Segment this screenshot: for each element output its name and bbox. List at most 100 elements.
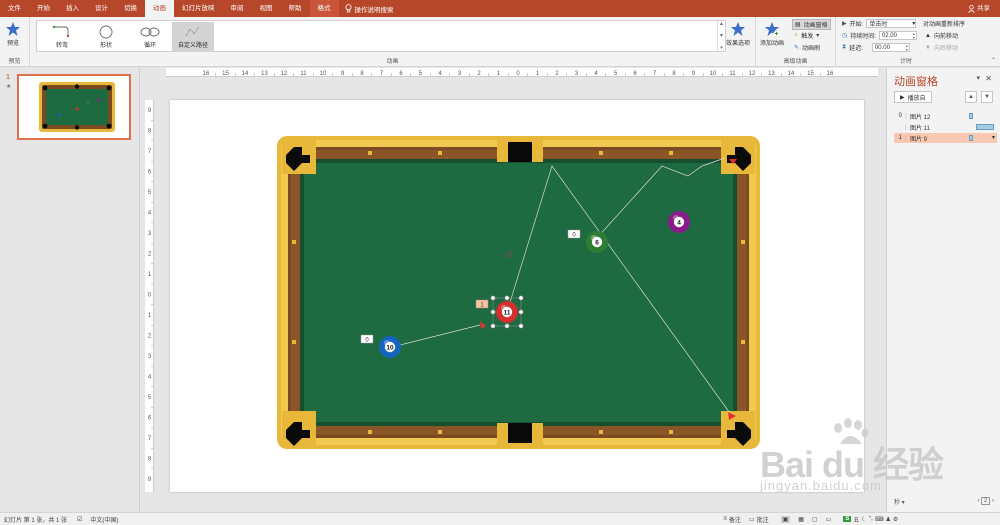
reading-view-icon[interactable]: ▢	[812, 516, 818, 523]
shape-path-icon	[99, 25, 113, 39]
start-select[interactable]: 单击时 ▾	[866, 19, 917, 28]
wubi-icon[interactable]: 五	[853, 515, 859, 524]
ruler-tick-label: 1	[148, 313, 152, 319]
brush-icon: ✎	[794, 45, 800, 51]
punctuation-icon[interactable]: °,	[869, 516, 873, 522]
ruler-tick-label: 7	[380, 71, 384, 77]
gallery-scroll[interactable]: ▲ ▼ ▾	[717, 21, 725, 51]
moon-icon[interactable]: ☾	[861, 516, 866, 523]
billiard-ball-4: 4	[668, 211, 690, 233]
normal-view-icon[interactable]: ▣	[780, 515, 791, 523]
more-icon[interactable]: ▾	[720, 45, 723, 51]
notes-button[interactable]: ≡ 备注	[723, 515, 741, 524]
delay-stepper[interactable]: 00.00 ▴ ▾	[871, 43, 910, 52]
tab-view[interactable]: 视图	[252, 0, 281, 17]
timeline-bar[interactable]	[976, 124, 994, 130]
animation-tag[interactable]: 1	[475, 299, 489, 309]
duration-stepper[interactable]: 02.00 ▴ ▾	[878, 31, 917, 40]
preview-star-icon	[6, 22, 20, 36]
trigger-button[interactable]: ⚡ 触发 ▾	[794, 31, 819, 40]
close-icon[interactable]: ✕	[985, 74, 992, 83]
keyboard-icon[interactable]: ⌨	[875, 516, 884, 523]
timeline-bar[interactable]	[969, 135, 973, 141]
animation-list-item[interactable]: ⋮ 图片 11	[894, 122, 997, 132]
animation-tag[interactable]: 0	[567, 229, 581, 239]
ruler-tick-label: 5	[148, 395, 152, 401]
ruler-tick-label: 9	[692, 71, 696, 77]
tab-file[interactable]: 文件	[0, 0, 29, 17]
share-label: 共享	[977, 5, 990, 12]
move-down-button[interactable]: ▼	[981, 91, 993, 103]
move-earlier-button[interactable]: ▲ 向前移动	[925, 31, 958, 41]
chevron-down-icon[interactable]: ▼	[719, 33, 724, 39]
slide-sorter-icon[interactable]: ▦	[798, 516, 804, 523]
timeline-bar[interactable]	[969, 113, 973, 119]
skin-icon[interactable]: ♟	[885, 516, 890, 523]
animation-list-item[interactable]: 0 ⋮ 图片 12	[894, 111, 997, 121]
effect-options-button[interactable]: 效果选项	[726, 20, 750, 47]
animation-gallery: 转弯 形状 循环 自定义路径 ▲ ▼ ▾	[36, 20, 726, 52]
chevron-down-icon[interactable]: ▾	[976, 74, 980, 82]
hourglass-icon: ⧗	[842, 44, 847, 50]
tell-me-search[interactable]: 操作说明搜索	[345, 4, 394, 14]
ruler-tick-label: 6	[148, 416, 152, 422]
gallery-item-shape[interactable]: 形状	[85, 22, 127, 51]
thumbnail-number: 1	[6, 74, 10, 81]
toolbox-icon[interactable]: ⚙	[893, 516, 898, 523]
ruler-tick-label: 7	[148, 149, 152, 155]
ruler-tick-label: 6	[399, 71, 403, 77]
ruler-tick-label: 4	[148, 211, 152, 217]
tab-help[interactable]: 帮助	[281, 0, 310, 17]
comments-button[interactable]: ▭ 批注	[749, 515, 769, 524]
move-earlier-label: 向前移动	[933, 34, 958, 40]
sogou-s-icon[interactable]: S	[843, 516, 852, 522]
animation-group: 转弯 形状 循环 自定义路径 ▲ ▼ ▾ 效果选项 动画	[30, 17, 756, 67]
play-from-button[interactable]: ▶ 播放自	[894, 91, 932, 103]
billiard-ball-6: 6	[586, 231, 608, 253]
ruler-tick-label: 11	[300, 71, 307, 77]
duration-row: ◷ 持续时间: 02.00 ▴ ▾	[842, 31, 917, 40]
delay-label: 延迟:	[849, 46, 863, 52]
tab-transitions[interactable]: 切换	[116, 0, 145, 17]
tab-insert[interactable]: 插入	[58, 0, 87, 17]
gallery-item-label: 转弯	[55, 43, 68, 49]
preview-group: 预览 预览	[0, 17, 30, 67]
move-up-button[interactable]: ▲	[965, 91, 977, 103]
animation-list-item-selected[interactable]: 1 ⋮ 图片 9 ▾	[894, 133, 997, 143]
ruler-tick-label: 1	[497, 71, 501, 77]
timeline-zoom[interactable]: ‹ 2 ›	[977, 497, 994, 505]
stepper-arrows-icon[interactable]: ▴ ▾	[906, 43, 909, 52]
chevron-down-icon[interactable]: ▾	[992, 134, 995, 141]
chevron-up-icon[interactable]: ▲	[719, 21, 724, 27]
ruler-tick-label: 8	[148, 129, 152, 135]
preview-button[interactable]: 预览	[4, 20, 22, 47]
share-button[interactable]: 共享	[968, 0, 990, 17]
language-indicator[interactable]: 中文(中国)	[90, 515, 118, 524]
slide-thumbnail-1[interactable]	[17, 74, 131, 140]
gallery-item-loop[interactable]: 循环	[129, 22, 171, 51]
slideshow-icon[interactable]: ▭	[826, 516, 832, 523]
ruler-tick-label: 13	[768, 71, 775, 77]
tab-design[interactable]: 设计	[87, 0, 116, 17]
comments-label: 批注	[756, 517, 769, 524]
gallery-item-custom-path[interactable]: 自定义路径	[172, 22, 214, 51]
collapse-ribbon-icon[interactable]: ⌃	[991, 57, 996, 64]
tab-home[interactable]: 开始	[29, 0, 58, 17]
animation-painter-button[interactable]: ✎ 动画刷	[794, 43, 820, 52]
tab-format[interactable]: 格式	[309, 0, 339, 17]
tab-slideshow[interactable]: 幻灯片放映	[174, 0, 223, 17]
spell-check-icon[interactable]: ☑	[77, 516, 82, 523]
ruler-tick-label: 9	[148, 108, 152, 114]
animation-item-name: 图片 12	[910, 114, 931, 121]
effect-options-label: 效果选项	[726, 41, 751, 47]
animation-pane-button[interactable]: ▤ 动画窗格	[792, 19, 831, 30]
tab-review[interactable]: 审阅	[223, 0, 252, 17]
tab-animations[interactable]: 动画	[145, 0, 174, 17]
gallery-item-turn[interactable]: 转弯	[41, 22, 83, 51]
person-icon	[968, 4, 975, 13]
animation-tag[interactable]: 0	[360, 334, 374, 344]
stepper-arrows-icon[interactable]: ▴ ▾	[913, 31, 916, 40]
move-later-button[interactable]: ▼ 向后移动	[925, 43, 958, 53]
add-animation-button[interactable]: 添加动画	[760, 20, 784, 47]
ruler-tick-label: 0	[516, 71, 520, 77]
